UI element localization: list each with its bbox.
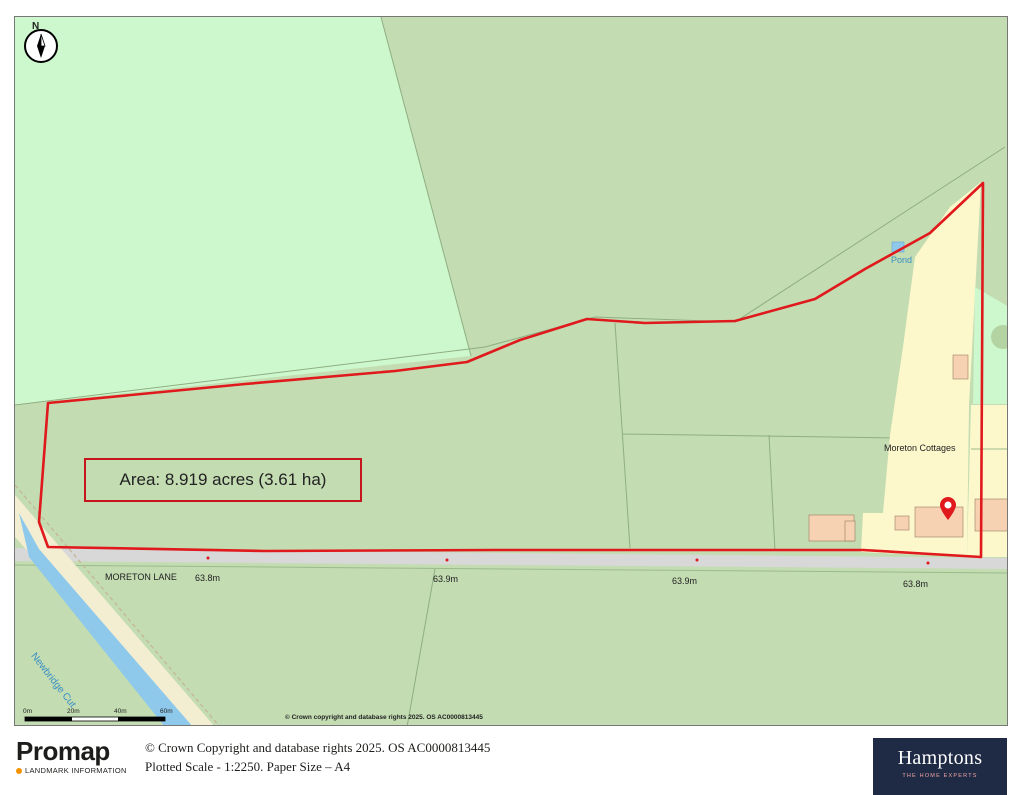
scale-tick-label: 0m: [23, 708, 33, 715]
building: [952, 354, 969, 380]
spot-height-marker: [445, 558, 449, 562]
map-copyright: © Crown copyright and database rights 20…: [285, 714, 483, 721]
footer: Promap LANDMARK INFORMATION © Crown Copy…: [0, 730, 1024, 795]
spot-height-label: 63.8m: [195, 573, 221, 583]
area-label: Area: 8.919 acres (3.61 ha): [119, 470, 327, 489]
spot-height-marker: [926, 561, 930, 565]
scale-tick-label: 60m: [160, 708, 173, 715]
map-canvas[interactable]: [15, 17, 1008, 726]
north-label: N: [32, 21, 40, 32]
pond-label: Pond: [891, 255, 913, 265]
building: [844, 520, 856, 542]
scale-line: Plotted Scale - 1:2250. Paper Size – A4: [145, 759, 351, 774]
scale-tick-label: 20m: [67, 708, 80, 715]
spot-height-label: 63.9m: [433, 574, 459, 584]
scale-tick-label: 40m: [114, 708, 127, 715]
spot-height-marker: [695, 558, 699, 562]
orange-dot-icon: [16, 767, 22, 774]
moreton-lane-label: MORETON LANE: [105, 572, 177, 582]
scale-bar: [24, 716, 166, 722]
spot-height-label: 63.8m: [903, 579, 929, 589]
moreton-cottages-label: Moreton Cottages: [884, 443, 956, 453]
spot-height-label: 63.9m: [672, 576, 698, 586]
building: [914, 506, 964, 538]
garden-east: [967, 405, 1007, 557]
area-annotation: Area: 8.919 acres (3.61 ha): [84, 458, 362, 502]
brand-sub-label: LANDMARK INFORMATION: [25, 766, 127, 775]
hamptons-logo: Hamptons THE HOME EXPERTS: [873, 738, 1007, 795]
agent-tagline: THE HOME EXPERTS: [902, 773, 978, 779]
promap-logo: Promap: [16, 736, 110, 766]
promap-sub: LANDMARK INFORMATION: [16, 766, 127, 775]
agent-logo-text: Hamptons: [897, 747, 983, 769]
spot-height-marker: [206, 556, 210, 560]
copyright-line: © Crown Copyright and database rights 20…: [145, 740, 491, 755]
map-frame[interactable]: N Area: 8.919 acres (3.61 ha) Pond Moret…: [14, 16, 1008, 726]
building: [894, 515, 910, 531]
